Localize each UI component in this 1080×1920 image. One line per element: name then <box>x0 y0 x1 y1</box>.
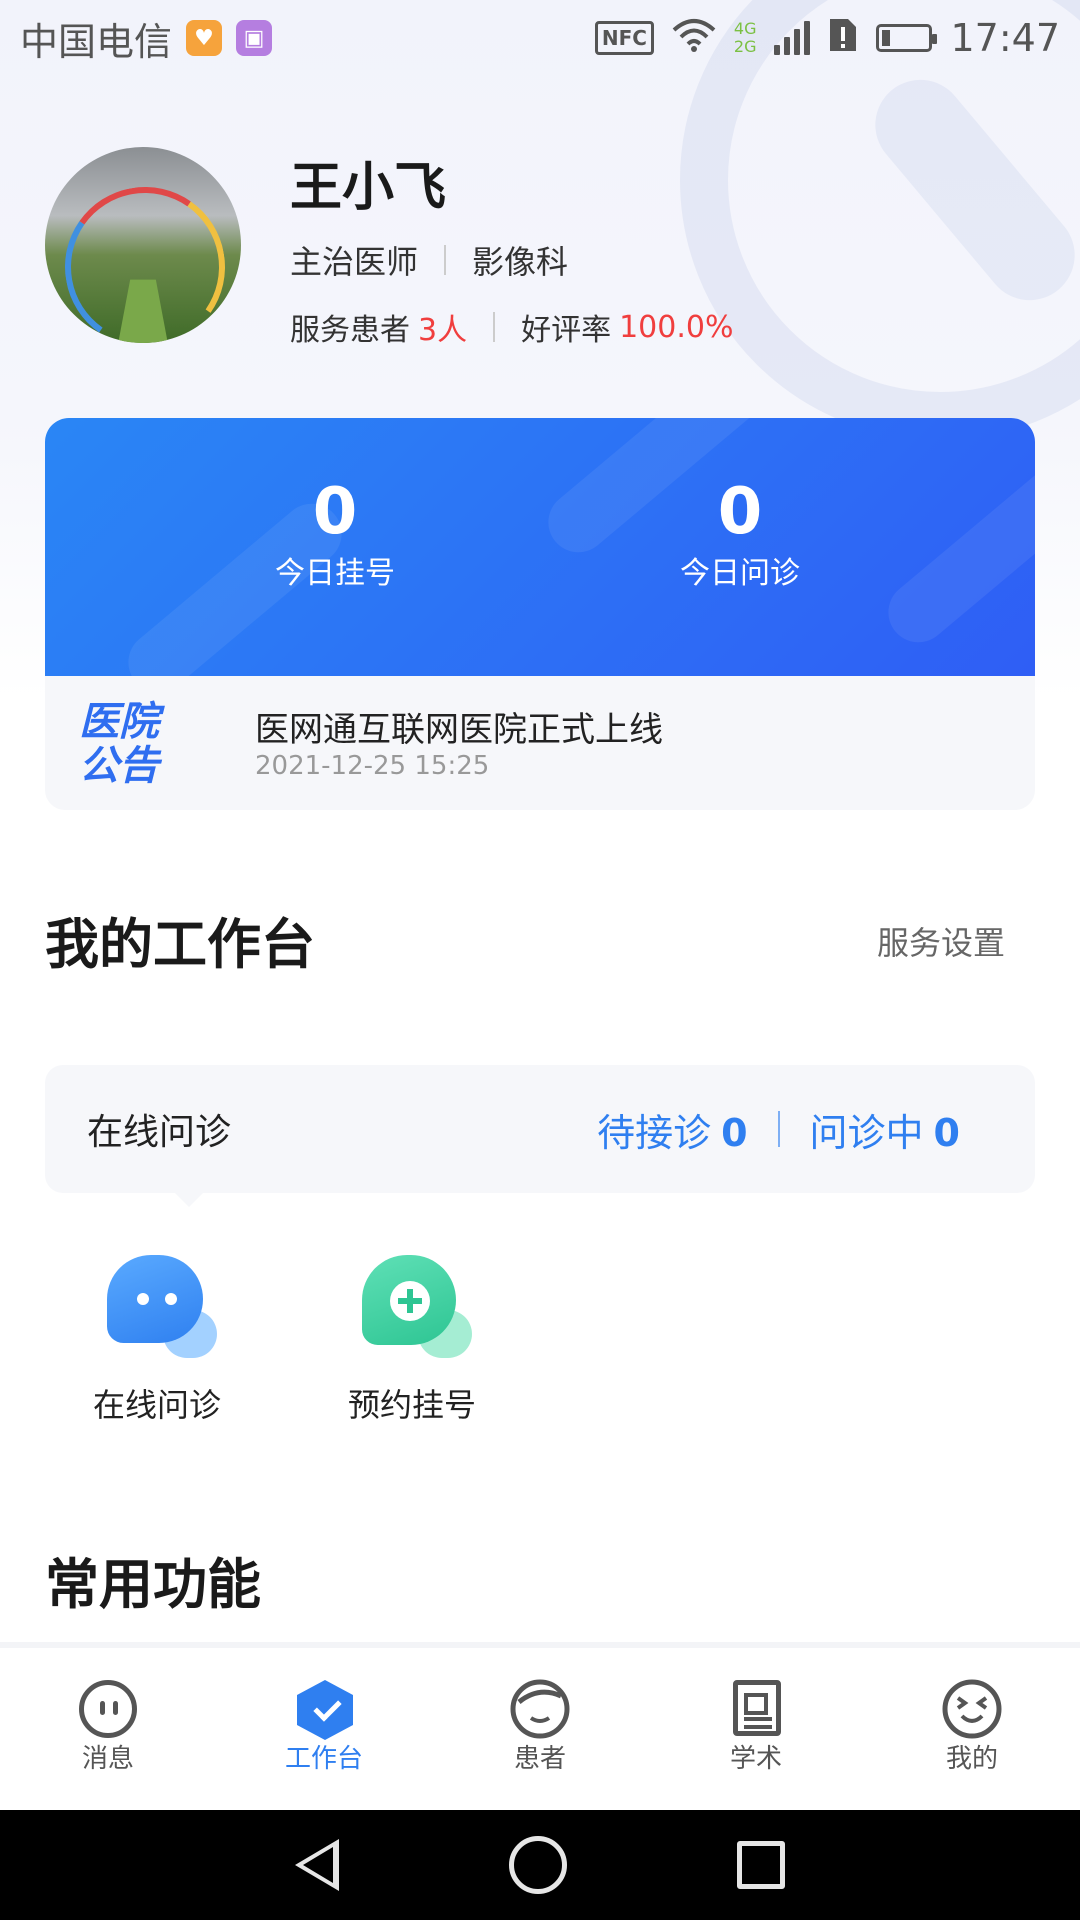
doctor-department: 影像科 <box>472 243 569 281</box>
divider <box>777 1111 780 1147</box>
doctor-title-line: 主治医师 影像科 <box>290 237 568 283</box>
service-settings-link[interactable]: 服务设置 <box>877 918 1005 964</box>
tool-label: 预约挂号 <box>347 1386 476 1424</box>
network-type-indicator: 4G 2G <box>734 20 757 56</box>
notice-logo-line1: 医院 <box>79 698 159 745</box>
back-icon[interactable] <box>295 1839 339 1891</box>
common-functions-title: 常用功能 <box>45 1553 261 1616</box>
patient-icon <box>509 1678 571 1740</box>
divider <box>493 312 496 342</box>
signal-icon <box>774 21 811 55</box>
tab-messages[interactable]: 消息 <box>0 1648 216 1810</box>
tab-label: 工作台 <box>284 1744 363 1774</box>
today-registrations-value: 0 <box>312 475 358 549</box>
notice-logo-line2: 公告 <box>79 742 159 789</box>
today-registrations[interactable]: 0 今日挂号 <box>185 478 485 592</box>
doctor-title: 主治医师 <box>290 243 419 281</box>
consult-bar-label: 在线问诊 <box>87 1112 232 1153</box>
tab-label: 消息 <box>81 1744 134 1774</box>
status-bar: 中国电信 ♥ ▣ NFC 4G 2G 17:47 <box>0 0 1080 76</box>
tool-label: 在线问诊 <box>92 1386 221 1424</box>
gallery-app-icon: ▣ <box>236 20 273 56</box>
network-4g-label: 4G <box>733 19 757 38</box>
today-consultations[interactable]: 0 今日问诊 <box>590 478 890 592</box>
hospital-notice[interactable]: 医院 公告 医网通互联网医院正式上线 2021-12-25 15:25 <box>45 676 1035 810</box>
divider <box>444 245 447 275</box>
doctor-stats-line: 服务患者 3人 好评率 100.0% <box>290 305 733 349</box>
tool-appointment[interactable]: 预约挂号 <box>312 1250 512 1426</box>
notice-time: 2021-12-25 15:25 <box>255 751 490 781</box>
patients-label: 服务患者 <box>290 313 410 348</box>
network-2g-label: 2G <box>733 37 757 56</box>
workspace-title: 我的工作台 <box>45 913 315 976</box>
workbench-icon <box>293 1678 355 1740</box>
health-app-icon: ♥ <box>186 20 223 56</box>
wifi-icon <box>672 18 716 59</box>
tab-academic[interactable]: 学术 <box>648 1648 864 1810</box>
pending-consult[interactable]: 待接诊 0 <box>597 1102 747 1157</box>
nfc-icon: NFC <box>594 21 654 55</box>
today-registrations-label: 今日挂号 <box>275 556 395 591</box>
home-icon[interactable] <box>509 1836 567 1894</box>
card-decoration <box>876 441 1035 655</box>
system-navigation-bar <box>0 1810 1080 1920</box>
tab-label: 我的 <box>945 1744 998 1774</box>
tab-mine[interactable]: 我的 <box>864 1648 1080 1810</box>
battery-icon <box>876 24 938 52</box>
today-consultations-value: 0 <box>717 475 763 549</box>
notice-title: 医网通互联网医院正式上线 <box>255 710 663 750</box>
tab-patients[interactable]: 患者 <box>432 1648 648 1810</box>
message-face-icon <box>77 1678 139 1740</box>
tab-label: 学术 <box>729 1744 782 1774</box>
ongoing-label: 问诊中 <box>809 1110 924 1155</box>
ongoing-consult[interactable]: 问诊中 0 <box>810 1102 960 1157</box>
hospital-notice-logo: 医院 公告 <box>79 700 173 790</box>
academic-doc-icon <box>725 1678 787 1740</box>
today-consultations-label: 今日问诊 <box>680 556 800 591</box>
carrier-name: 中国电信 <box>20 19 173 64</box>
tool-online-consult[interactable]: 在线问诊 <box>57 1250 257 1426</box>
sim-alert-icon <box>828 17 858 60</box>
ongoing-count: 0 <box>933 1110 960 1155</box>
today-stats-card: 0 今日挂号 0 今日问诊 <box>45 418 1035 676</box>
pending-label: 待接诊 <box>597 1110 712 1155</box>
online-consult-bar[interactable]: 在线问诊 待接诊 0 问诊中 0 <box>45 1065 1035 1207</box>
recent-apps-icon[interactable] <box>737 1841 785 1889</box>
profile-smile-icon <box>941 1678 1003 1740</box>
add-appointment-icon <box>352 1250 472 1360</box>
chat-bubble-icon <box>97 1250 217 1360</box>
tab-label: 患者 <box>513 1744 566 1774</box>
pending-count: 0 <box>721 1110 748 1155</box>
avatar[interactable] <box>45 147 241 343</box>
patients-value: 3人 <box>418 313 468 348</box>
rating-label: 好评率 <box>521 313 612 348</box>
rating-value: 100.0% <box>619 309 734 345</box>
doctor-name: 王小飞 <box>290 158 447 218</box>
bottom-tab-bar: 消息 工作台 患者 学术 我的 <box>0 1642 1080 1810</box>
tab-workbench[interactable]: 工作台 <box>216 1648 432 1810</box>
clock: 17:47 <box>950 16 1060 60</box>
